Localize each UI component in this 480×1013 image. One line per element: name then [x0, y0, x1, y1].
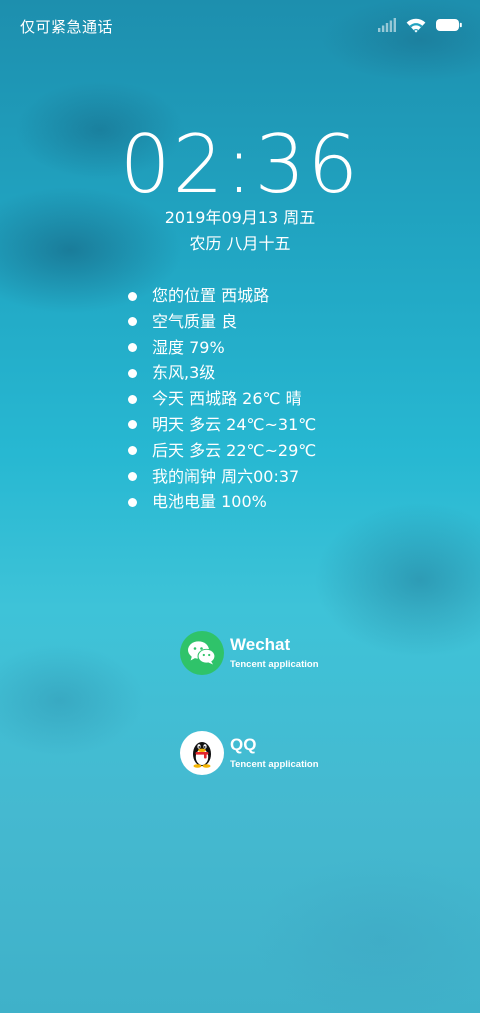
bullet-icon — [128, 317, 137, 327]
date-text: 2019年09月13 周五 — [164, 208, 316, 227]
lunar-date-text: 农历 八月十五 — [189, 234, 291, 253]
info-item-text: 湿度 79% — [152, 337, 225, 357]
info-item-text: 您的位置 西城路 — [152, 286, 270, 305]
bullet-icon — [128, 291, 137, 301]
info-list: 您的位置 西城路 空气质量 良 湿度 79% 东风,3级 今天 西城路 26℃ … — [128, 283, 316, 515]
bullet-icon — [128, 368, 137, 378]
bullet-icon — [128, 472, 137, 482]
info-item-air-quality: 空气质量 良 — [128, 309, 316, 335]
qq-penguin-icon — [180, 731, 224, 775]
info-item-text: 空气质量 良 — [152, 311, 238, 331]
battery-icon — [436, 19, 462, 31]
notification-app-name: Wechat — [230, 634, 291, 654]
notification-subtitle: Tencent application — [230, 658, 319, 670]
bullet-icon — [128, 446, 137, 456]
bullet-icon — [128, 394, 137, 404]
wifi-icon — [406, 18, 426, 32]
bullet-icon — [128, 343, 137, 353]
info-item-location: 您的位置 西城路 — [128, 283, 316, 309]
info-item-tomorrow-weather: 明天 多云 24℃~31℃ — [128, 412, 316, 438]
info-item-alarm: 我的闹钟 周六00:37 — [128, 464, 316, 490]
status-bar: 仅可紧急通话 — [0, 0, 480, 50]
bullet-icon — [128, 420, 137, 430]
notification-qq[interactable]: QQ Tencent application — [180, 731, 319, 775]
info-item-text: 明天 多云 24℃~31℃ — [152, 414, 317, 434]
info-item-humidity: 湿度 79% — [128, 335, 316, 361]
notification-wechat[interactable]: Wechat Tencent application — [180, 631, 319, 675]
status-icons — [378, 17, 462, 33]
info-item-today-weather: 今天 西城路 26℃ 晴 — [128, 386, 316, 412]
info-item-text: 今天 西城路 26℃ 晴 — [152, 389, 302, 409]
notification-app-name: QQ — [230, 734, 257, 754]
info-item-text: 我的闹钟 周六00:37 — [152, 466, 300, 486]
info-item-wind: 东风,3级 — [128, 360, 316, 386]
info-item-text: 后天 多云 22℃~29℃ — [152, 440, 317, 460]
signal-icon — [378, 18, 396, 32]
info-item-text: 电池电量 100% — [152, 492, 267, 512]
bullet-icon — [128, 497, 137, 507]
carrier-status-text: 仅可紧急通话 — [20, 18, 114, 36]
info-item-day-after-weather: 后天 多云 22℃~29℃ — [128, 438, 316, 464]
lock-clock: 02:36 — [119, 118, 361, 211]
notification-subtitle: Tencent application — [230, 758, 319, 770]
wechat-icon — [180, 631, 224, 675]
info-item-battery: 电池电量 100% — [128, 489, 316, 515]
info-item-text: 东风,3级 — [152, 363, 216, 383]
